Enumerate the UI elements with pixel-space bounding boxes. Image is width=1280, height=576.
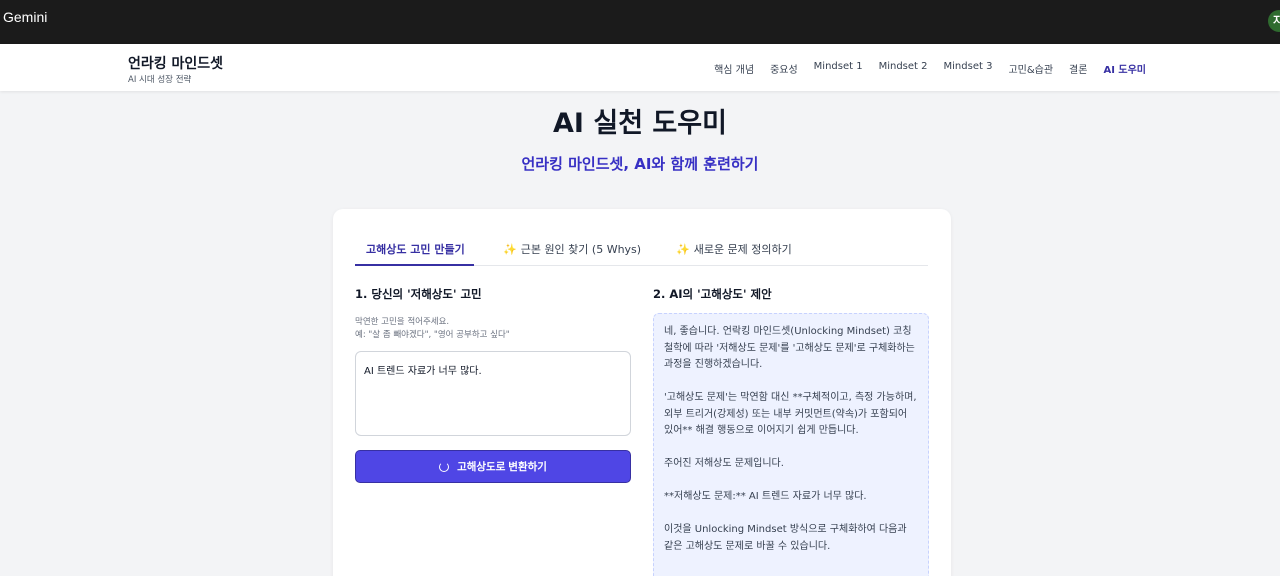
active-tab-indicator: [355, 264, 474, 266]
tab-high-resolution[interactable]: 고해상도 고민 만들기: [366, 241, 465, 257]
ai-suggestion-box: 네, 좋습니다. 언락킹 마인드셋(Unlocking Mindset) 코칭 …: [653, 313, 929, 576]
nav-worries-habits[interactable]: 고민&습관: [1008, 61, 1053, 76]
sparkle-icon: ✨: [676, 243, 690, 256]
tab-label: 새로운 문제 정의하기: [693, 243, 792, 256]
page-title: AI 실천 도우미: [553, 108, 727, 139]
site-header: 언라킹 마인드셋 AI 시대 성장 전략 핵심 개념 중요성 Mindset 1…: [0, 44, 1280, 91]
input-heading: 1. 당신의 '저해상도' 고민: [355, 287, 482, 301]
convert-button[interactable]: 고해상도로 변환하기: [355, 450, 631, 483]
site-subtitle: AI 시대 성장 전략: [128, 75, 192, 85]
nav-ai-helper[interactable]: AI 도우미: [1103, 61, 1146, 76]
ai-paragraph: **저해상도 문제:** AI 트렌드 자료가 너무 많다.: [664, 491, 867, 502]
nav-mindset-2[interactable]: Mindset 2: [879, 61, 928, 76]
sparkle-icon: ✨: [503, 243, 517, 256]
site-title[interactable]: 언라킹 마인드셋: [128, 53, 223, 73]
input-hint-line2: 예: "살 좀 빼야겠다", "영어 공부하고 싶다": [355, 330, 510, 340]
main-nav: 핵심 개념 중요성 Mindset 1 Mindset 2 Mindset 3 …: [698, 61, 1146, 76]
tab-bar: 고해상도 고민 만들기 ✨ 근본 원인 찾기 (5 Whys) ✨ 새로운 문제 정…: [355, 235, 928, 266]
tab-label: 고해상도 고민 만들기: [366, 243, 465, 256]
nav-mindset-3[interactable]: Mindset 3: [944, 61, 993, 76]
input-hint-line1: 막연한 고민을 적어주세요.: [355, 317, 450, 327]
nav-mindset-1[interactable]: Mindset 1: [814, 61, 863, 76]
tab-new-problem[interactable]: ✨ 새로운 문제 정의하기: [676, 241, 792, 257]
output-heading: 2. AI의 '고해상도' 제안: [653, 287, 772, 301]
ai-paragraph: 이것을 Unlocking Mindset 방식으로 구체화하여 다음과 같은 …: [664, 524, 910, 552]
ai-paragraph: 네, 좋습니다. 언락킹 마인드셋(Unlocking Mindset) 코칭 …: [664, 326, 919, 370]
page-subtitle: 언라킹 마인드셋, AI와 함께 훈련하기: [521, 155, 759, 173]
ai-paragraph: '고해상도 문제'는 막연함 대신 **구체적이고, 측정 가능하며, 외부 트…: [664, 392, 920, 436]
nav-conclusion[interactable]: 결론: [1069, 61, 1087, 76]
app-topbar: Gemini 지: [0, 0, 1280, 44]
tab-label: 근본 원인 찾기 (5 Whys): [520, 243, 642, 256]
user-avatar[interactable]: 지: [1268, 10, 1280, 32]
worry-input[interactable]: AI 트렌드 자료가 너무 많다.: [355, 351, 631, 436]
loading-spinner-icon: [439, 461, 450, 472]
nav-core-concepts[interactable]: 핵심 개념: [714, 61, 754, 76]
nav-importance[interactable]: 중요성: [770, 61, 798, 76]
app-name: Gemini: [3, 9, 48, 25]
tab-five-whys[interactable]: ✨ 근본 원인 찾기 (5 Whys): [503, 241, 641, 257]
ai-helper-card: 고해상도 고민 만들기 ✨ 근본 원인 찾기 (5 Whys) ✨ 새로운 문제 정…: [333, 209, 951, 576]
convert-button-label: 고해상도로 변환하기: [457, 461, 547, 473]
ai-paragraph: 주어진 저해상도 문제입니다.: [664, 458, 784, 469]
